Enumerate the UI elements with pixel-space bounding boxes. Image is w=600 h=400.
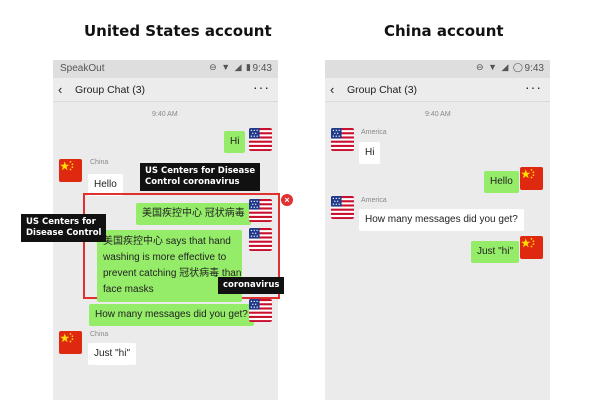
callout-cdc-coronavirus: US Centers for Disease Control coronavir…: [140, 163, 261, 191]
message-line: face masks: [103, 284, 154, 295]
chat-header: ‹ Group Chat (3) ···: [325, 78, 550, 102]
callout-line: US Centers for: [26, 217, 96, 227]
back-arrow-icon[interactable]: ‹: [330, 82, 334, 97]
us-account-heading: United States account: [84, 22, 272, 40]
message-bubble-received[interactable]: How many messages did you get?: [359, 209, 524, 231]
status-time: 9:43: [524, 63, 544, 74]
us-flag-icon: [249, 128, 272, 151]
sender-name: America: [361, 129, 387, 136]
message-line: prevent catching 冠状病毒 than: [103, 268, 242, 279]
status-icons: ⊖ ▼ ◢ ◯: [476, 62, 524, 72]
china-flag-icon: [520, 167, 543, 190]
china-account-heading: China account: [384, 22, 504, 40]
status-bar: ⊖ ▼ ◢ ◯ 9:43: [325, 60, 550, 78]
callout-cdc: US Centers for Disease Control: [21, 214, 107, 242]
us-flag-icon: [249, 228, 272, 251]
chat-timestamp: 9:40 AM: [425, 111, 451, 118]
callout-coronavirus: coronavirus: [218, 277, 285, 294]
china-flag-icon: [59, 159, 82, 182]
callout-line: Disease Control: [26, 228, 102, 238]
sender-name: China: [90, 331, 109, 338]
us-flag-icon: [249, 199, 272, 222]
message-line: 美国疾控中心 says that hand: [103, 236, 231, 247]
chat-header: ‹ Group Chat (3) ···: [53, 78, 278, 102]
message-bubble-sent[interactable]: How many messages did you get?: [89, 304, 254, 326]
us-flag-icon: [331, 128, 354, 151]
china-flag-icon: [59, 331, 82, 354]
china-flag-icon: [520, 236, 543, 259]
message-bubble-received[interactable]: Hi: [359, 142, 381, 164]
status-bar: SpeakOut ⊖ ▼ ◢ ▮ 9:43: [53, 60, 278, 78]
status-icons: ⊖ ▼ ◢ ▮: [209, 62, 252, 72]
us-flag-icon: [249, 299, 272, 322]
back-arrow-icon[interactable]: ‹: [58, 82, 62, 97]
status-app-name: SpeakOut: [60, 63, 105, 74]
callout-line: Control coronavirus: [145, 177, 240, 187]
chat-title: Group Chat (3): [347, 84, 418, 96]
more-options-icon[interactable]: ···: [525, 79, 542, 95]
message-bubble-sent[interactable]: 美国疾控中心 冠状病毒: [136, 203, 251, 225]
chat-timestamp: 9:40 AM: [152, 111, 178, 118]
sender-name: China: [90, 159, 109, 166]
us-flag-icon: [331, 196, 354, 219]
message-bubble-received[interactable]: Just "hi": [88, 343, 137, 365]
message-line: washing is more effective to: [103, 252, 227, 263]
chat-title: Group Chat (3): [75, 84, 146, 96]
close-icon: ×: [281, 194, 293, 206]
sender-name: America: [361, 197, 387, 204]
message-bubble-sent[interactable]: Hello: [484, 171, 519, 193]
message-bubble-sent[interactable]: Just "hi": [471, 241, 520, 263]
callout-line: US Centers for Disease: [145, 166, 256, 176]
more-options-icon[interactable]: ···: [253, 79, 270, 95]
status-time: 9:43: [252, 63, 272, 74]
message-bubble-sent[interactable]: Hi: [224, 131, 246, 153]
